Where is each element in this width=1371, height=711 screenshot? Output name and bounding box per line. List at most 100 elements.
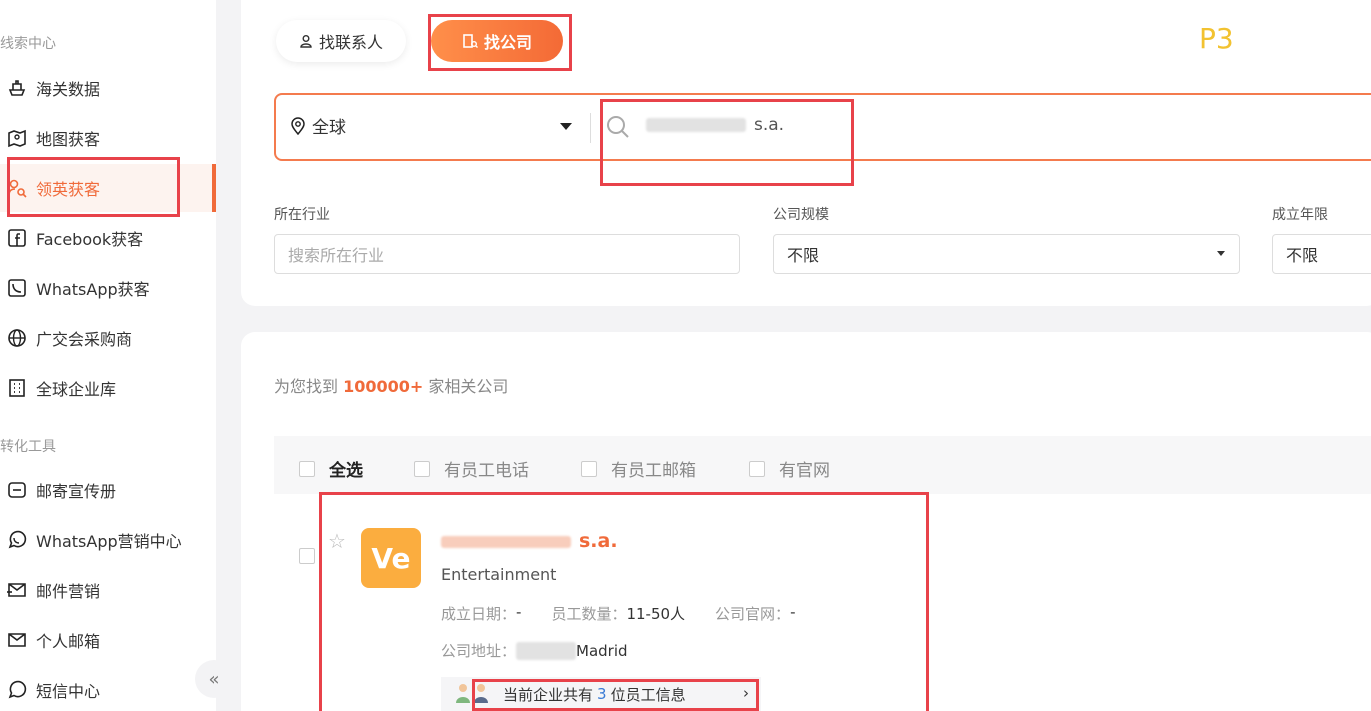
sidebar-item-whatsapp-marketing[interactable]: WhatsApp营销中心 — [0, 516, 216, 564]
filter-has-phone[interactable]: 有员工电话 — [414, 456, 529, 481]
sidebar-item-label: 短信中心 — [36, 682, 101, 701]
employee-info-suffix: 位员工信息 — [610, 685, 686, 704]
employee-info-count: 3 — [597, 685, 607, 703]
company-name-link[interactable]: s.a. — [441, 530, 618, 552]
search-bar: 全球 s.a. — [274, 93, 1371, 161]
website-value: - — [790, 603, 796, 621]
founded-years-value: 不限 — [1286, 246, 1319, 265]
founded-label: 成立日期： — [441, 605, 517, 623]
founded-years-label: 成立年限 — [1272, 207, 1328, 223]
sidebar-item-label: WhatsApp获客 — [36, 280, 150, 299]
company-name-suffix: s.a. — [579, 530, 618, 552]
sidebar-item-company-db[interactable]: 全球企业库 — [0, 364, 216, 412]
sidebar-item-label: 海关数据 — [36, 80, 101, 99]
filter-has-website[interactable]: 有官网 — [749, 456, 830, 481]
company-address-line: 公司地址： Madrid — [441, 640, 628, 661]
company-logo: Ve — [361, 528, 421, 588]
chat-icon — [6, 679, 28, 701]
tab-label: 找公司 — [483, 33, 532, 52]
industry-label: 所在行业 — [274, 207, 330, 223]
sidebar-item-brochure[interactable]: 邮寄宣传册 — [0, 466, 216, 514]
sidebar-item-customs[interactable]: 海关数据 — [0, 64, 216, 112]
sidebar-item-label: 全球企业库 — [36, 380, 117, 399]
section-title-leads: 线索中心 — [0, 36, 56, 52]
sidebar-item-label: 地图获客 — [36, 130, 101, 149]
result-count-suffix: 家相关公司 — [428, 377, 509, 396]
region-select[interactable]: 全球 — [290, 113, 346, 138]
employees-label: 员工数量： — [551, 605, 627, 623]
tab-find-contacts[interactable]: 找联系人 — [276, 20, 406, 62]
result-count-prefix: 为您找到 — [274, 377, 339, 396]
sidebar-item-linkedin[interactable]: 领英获客 — [0, 164, 216, 212]
sidebar-item-personal-mail[interactable]: 个人邮箱 — [0, 616, 216, 664]
employee-info-prefix: 当前企业共有 — [503, 685, 594, 704]
has-website-label: 有官网 — [779, 461, 830, 481]
whatsapp-icon — [6, 529, 28, 551]
employee-info-button[interactable]: 当前企业共有 3 位员工信息 › — [441, 677, 761, 711]
mail-icon — [6, 629, 28, 651]
checkbox[interactable] — [299, 460, 315, 477]
divider — [590, 113, 591, 143]
person-icon — [299, 34, 313, 48]
chevron-down-icon — [1217, 251, 1225, 256]
company-size-select[interactable]: 不限 — [773, 234, 1240, 274]
employees-avatar-icon — [453, 681, 493, 707]
address-label: 公司地址： — [441, 642, 517, 660]
company-info-line: 成立日期： - 员工数量： 11-50人 公司官网： - — [441, 603, 825, 624]
redacted-text — [646, 118, 746, 132]
section-title-tools: 转化工具 — [0, 439, 56, 455]
company-size-value: 不限 — [787, 246, 820, 265]
tab-label: 找联系人 — [318, 33, 383, 52]
search-value-suffix: s.a. — [754, 115, 785, 135]
result-count: 为您找到 100000+ 家相关公司 — [274, 373, 508, 397]
select-all-label: 全选 — [329, 461, 363, 481]
founded-years-select[interactable]: 不限 — [1272, 234, 1371, 274]
chevron-right-icon: › — [743, 684, 749, 702]
facebook-icon — [6, 227, 28, 249]
star-icon[interactable]: ☆ — [328, 529, 346, 553]
checkbox[interactable] — [749, 460, 765, 477]
mail-send-icon — [6, 579, 28, 601]
sidebar-item-sms[interactable]: 短信中心 — [0, 666, 216, 711]
annotation-label: P3 — [1199, 22, 1234, 55]
has-email-label: 有员工邮箱 — [611, 461, 696, 481]
address-value: Madrid — [576, 641, 628, 660]
sidebar-item-facebook[interactable]: Facebook获客 — [0, 214, 216, 262]
sidebar-item-label: 个人邮箱 — [36, 632, 101, 651]
location-pin-icon — [290, 116, 306, 135]
filter-has-email[interactable]: 有员工邮箱 — [581, 456, 696, 481]
building-icon — [6, 377, 28, 399]
industry-input[interactable]: 搜索所在行业 — [274, 234, 740, 274]
website-label: 公司官网： — [715, 605, 791, 623]
collapse-sidebar-button[interactable]: « — [195, 660, 233, 698]
row-checkbox[interactable] — [299, 548, 315, 564]
select-all-checkbox[interactable]: 全选 — [299, 456, 363, 481]
checkbox[interactable] — [581, 460, 597, 477]
sidebar-item-label: 广交会采购商 — [36, 330, 133, 349]
brochure-icon — [6, 479, 28, 501]
sidebar-item-whatsapp-leads[interactable]: WhatsApp获客 — [0, 264, 216, 312]
redacted-text — [516, 641, 577, 660]
search-panel: 找联系人 找公司 P3 全球 s.a. 所在行业 搜索所在行业 公司规模 不限 … — [241, 0, 1371, 306]
sidebar-item-label: WhatsApp营销中心 — [36, 532, 182, 551]
sidebar-item-map[interactable]: 地图获客 — [0, 114, 216, 162]
phone-icon — [6, 277, 28, 299]
sidebar-item-canton-fair[interactable]: 广交会采购商 — [0, 314, 216, 362]
company-industry: Entertainment — [441, 565, 557, 584]
double-chevron-left-icon: « — [208, 668, 220, 690]
sidebar-item-label: 邮寄宣传册 — [36, 482, 117, 501]
founded-value: - — [516, 603, 522, 621]
chevron-down-icon[interactable] — [560, 123, 572, 130]
redacted-text — [441, 535, 571, 548]
search-input[interactable]: s.a. — [646, 115, 784, 135]
sidebar-item-label: Facebook获客 — [36, 230, 144, 249]
ship-icon — [6, 77, 28, 99]
sidebar: 线索中心 海关数据 地图获客 领英获客 Facebook获客 WhatsApp获… — [0, 0, 216, 711]
region-value: 全球 — [312, 118, 346, 138]
employees-value: 11-50人 — [626, 605, 686, 623]
globe-icon — [6, 327, 28, 349]
tab-find-companies[interactable]: 找公司 — [431, 20, 563, 62]
company-search-icon — [462, 33, 478, 49]
sidebar-item-email-marketing[interactable]: 邮件营销 — [0, 566, 216, 614]
checkbox[interactable] — [414, 460, 430, 477]
